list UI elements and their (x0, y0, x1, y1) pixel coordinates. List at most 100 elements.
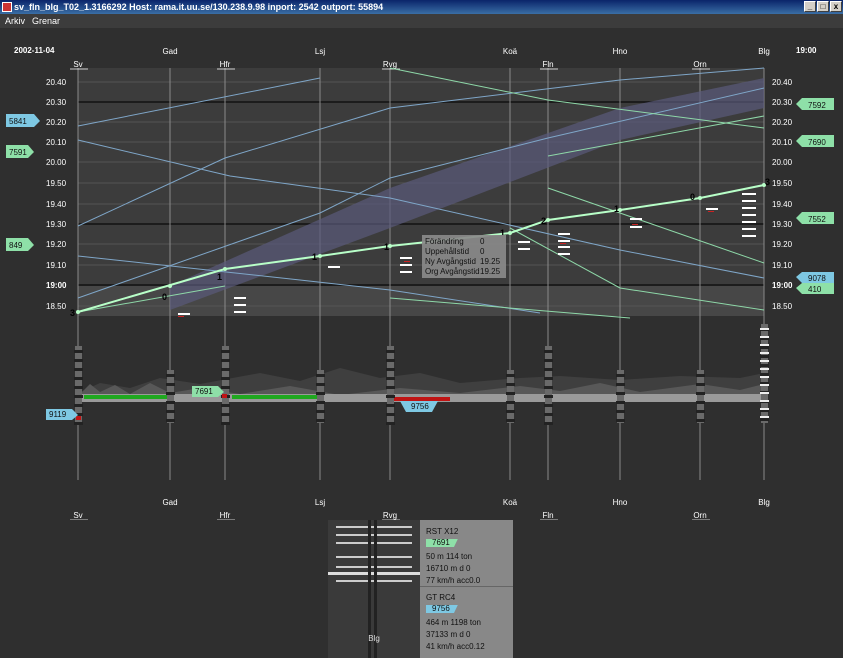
train1-id[interactable]: 7691 (426, 539, 458, 547)
time-tick-label: 19.40 (46, 200, 67, 209)
track-schematic (78, 368, 764, 402)
station-signal (387, 346, 394, 423)
station-label-fln[interactable]: Fln (542, 60, 553, 69)
time-label: 19:00 (796, 46, 817, 55)
station-signal (222, 346, 229, 423)
station-label-gad[interactable]: Gad (162, 47, 177, 56)
train1-type: RST X12 (426, 527, 459, 536)
time-tick-label: 19.20 (772, 240, 793, 249)
station-label-orn[interactable]: Orn (693, 60, 706, 69)
tag-410: 410 (808, 285, 822, 294)
time-tick-label: 19.50 (772, 179, 793, 188)
route-marker-number: 0 (162, 292, 167, 302)
station-name: Blg (368, 634, 380, 643)
station-label-bottom-gad[interactable]: Gad (162, 498, 177, 507)
tag-7691: 7691 (195, 387, 213, 396)
station-label-hno[interactable]: Hno (613, 47, 628, 56)
time-tick-label: 20.10 (46, 138, 67, 147)
time-tick-label: 20.00 (772, 158, 793, 167)
minimize-button[interactable]: _ (804, 1, 816, 12)
time-tick-label: 20.30 (46, 98, 67, 107)
train2-length-weight: 464 m 1198 ton (426, 618, 482, 627)
station-label-blg[interactable]: Blg (758, 47, 770, 56)
train2-speed: 41 km/h acc0.12 (426, 642, 485, 651)
menu-bar: Arkiv Grenar (0, 14, 843, 28)
station-label-bottom-rvg[interactable]: Rvg (383, 511, 397, 520)
route-marker-number: 2 (541, 216, 546, 226)
station-label-koä[interactable]: Koä (503, 47, 518, 56)
time-tick-label: 20.40 (772, 78, 793, 87)
station-track-view[interactable]: Blg (328, 520, 420, 658)
station-label-bottom-sv[interactable]: Sv (73, 511, 82, 520)
station-label-lsj[interactable]: Lsj (315, 47, 325, 56)
train2-id[interactable]: 9756 (426, 605, 458, 613)
svg-text:0: 0 (480, 237, 485, 246)
tag-7592: 7592 (808, 101, 826, 110)
station-label-bottom-lsj[interactable]: Lsj (315, 498, 325, 507)
close-button[interactable]: x (830, 1, 842, 12)
time-tick-label: 19.20 (46, 240, 67, 249)
menu-grenar[interactable]: Grenar (32, 14, 60, 28)
train2-distance: 37133 m d 0 (426, 630, 471, 639)
train-info-panel: RST X12 7691 50 m 114 ton 16710 m d 0 77… (420, 520, 513, 658)
svg-text:Org Avgångstid: Org Avgångstid (425, 267, 480, 276)
window-title: sv_fln_blg_T02_1.3166292 Host: rama.it.u… (14, 2, 384, 12)
station-signal (617, 370, 624, 423)
station-label-sv[interactable]: Sv (73, 60, 82, 69)
time-axis-right: 20.40 20.30 20.20 20.10 20.00 19.50 19.40 19.30… (772, 78, 793, 311)
station-signal (507, 370, 514, 423)
left-train-tags[interactable]: 5841 7591 849 (6, 114, 40, 251)
route-marker-number: 1 (312, 252, 317, 262)
route-marker-number: 0 (690, 192, 695, 202)
station-signal (545, 346, 552, 423)
maximize-button[interactable]: □ (817, 1, 829, 12)
station-label-bottom-blg[interactable]: Blg (758, 498, 770, 507)
route-marker-number: 1 (614, 204, 619, 214)
tag-9756: 9756 (411, 402, 429, 411)
menu-arkiv[interactable]: Arkiv (5, 14, 25, 28)
svg-text:Uppehållstid: Uppehållstid (425, 247, 469, 256)
svg-text:Förändring: Förändring (425, 237, 464, 246)
time-axis-left: 20.40 20.30 20.20 20.10 20.00 19.50 19.40 19.30… (46, 78, 67, 311)
svg-text:19.25: 19.25 (480, 267, 501, 276)
station-labels-top: Sv Gad Hfr Lsj Rvg Koä Fln Hno Orn Blg (70, 47, 770, 70)
tag-9119: 9119 (49, 410, 67, 419)
svg-text:19.25: 19.25 (480, 257, 501, 266)
tag-849: 849 (9, 241, 23, 250)
right-train-tags[interactable]: 7592 7690 7552 9078 410 (796, 98, 834, 294)
train1-speed: 77 km/h acc0.0 (426, 576, 481, 585)
station-signal (317, 370, 324, 423)
time-tick-label: 19.50 (46, 179, 67, 188)
time-tick-label: 19:00 (46, 281, 67, 290)
station-label-bottom-hfr[interactable]: Hfr (220, 511, 231, 520)
station-label-bottom-koä[interactable]: Koä (503, 498, 518, 507)
station-signal (167, 370, 174, 423)
train1-length-weight: 50 m 114 ton (426, 552, 473, 561)
route-marker-number: 3 (765, 177, 770, 187)
station-label-rvg[interactable]: Rvg (383, 60, 397, 69)
station-signal (697, 370, 704, 423)
station-label-hfr[interactable]: Hfr (220, 60, 231, 69)
time-tick-label: 18.50 (772, 302, 793, 311)
time-tick-label: 20.40 (46, 78, 67, 87)
svg-text:Ny Avgångstid: Ny Avgångstid (425, 257, 476, 266)
route-marker-number: 1 (217, 272, 222, 282)
time-tick-label: 19:00 (772, 281, 793, 290)
svg-text:0: 0 (480, 247, 485, 256)
tag-9078: 9078 (808, 274, 826, 283)
time-tick-label: 20.30 (772, 98, 793, 107)
station-label-bottom-orn[interactable]: Orn (693, 511, 706, 520)
station-label-bottom-fln[interactable]: Fln (542, 511, 553, 520)
train-graph[interactable]: 2002-11-04 19:00 20.4020.3020.2020.1020.… (0, 28, 843, 520)
time-tick-label: 18.50 (46, 302, 67, 311)
tag-5841: 5841 (9, 117, 27, 126)
tag-7552: 7552 (808, 215, 826, 224)
tag-7690: 7690 (808, 138, 826, 147)
window-titlebar: sv_fln_blg_T02_1.3166292 Host: rama.it.u… (0, 0, 843, 14)
station-label-bottom-hno[interactable]: Hno (613, 498, 628, 507)
time-tick-label: 19.30 (772, 220, 793, 229)
time-tick-label: 19.30 (46, 220, 67, 229)
route-marker-number: 1 (384, 242, 389, 252)
date-label: 2002-11-04 (14, 46, 55, 55)
time-tick-label: 20.10 (772, 138, 793, 147)
